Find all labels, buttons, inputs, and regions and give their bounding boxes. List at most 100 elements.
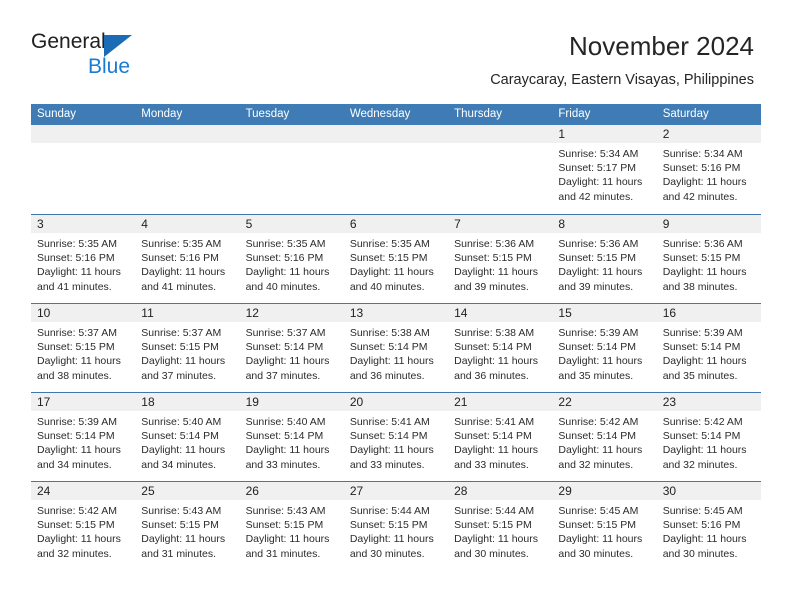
calendar-day-cell[interactable]: 28 Sunrise: 5:44 AM Sunset: 5:15 PM Dayligh… bbox=[448, 482, 553, 570]
day-number: 20 bbox=[343, 393, 449, 411]
weekday-wednesday: Wednesday bbox=[349, 108, 411, 120]
calendar-day-cell[interactable]: 12 Sunrise: 5:37 AM Sunset: 5:14 PM Dayligh… bbox=[239, 304, 344, 392]
day-sun-info: Sunrise: 5:39 AM Sunset: 5:14 PM Daylight:… bbox=[657, 322, 761, 383]
day-number: 18 bbox=[135, 393, 240, 411]
sunset-text: Sunset: 5:15 PM bbox=[558, 519, 637, 532]
sunset-text: Sunset: 5:14 PM bbox=[558, 341, 637, 354]
calendar-day-cell[interactable]: 7 Sunrise: 5:36 AM Sunset: 5:15 PM Daylight… bbox=[448, 215, 553, 303]
day-number: 30 bbox=[656, 482, 761, 500]
calendar-day-cell[interactable]: 14 Sunrise: 5:38 AM Sunset: 5:14 PM Dayligh… bbox=[448, 304, 553, 392]
calendar-day-cell-empty bbox=[31, 125, 136, 214]
calendar-day-cell[interactable]: 21 Sunrise: 5:41 AM Sunset: 5:14 PM Dayligh… bbox=[448, 393, 553, 481]
calendar-day-cell[interactable]: 30 Sunrise: 5:45 AM Sunset: 5:16 PM Dayligh… bbox=[656, 482, 761, 570]
sunrise-text: Sunrise: 5:40 AM bbox=[141, 416, 222, 428]
day-number bbox=[135, 125, 240, 143]
daylight-text: Daylight: 11 hours and 38 minutes. bbox=[662, 266, 747, 293]
calendar-day-cell[interactable]: 23 Sunrise: 5:42 AM Sunset: 5:14 PM Dayligh… bbox=[656, 393, 761, 481]
calendar-day-cell[interactable]: 8 Sunrise: 5:36 AM Sunset: 5:15 PM Daylight… bbox=[552, 215, 657, 303]
calendar-day-cell[interactable]: 4 Sunrise: 5:35 AM Sunset: 5:16 PM Daylight… bbox=[135, 215, 240, 303]
page-subtitle: Caraycaray, Eastern Visayas, Philippines bbox=[490, 72, 754, 88]
calendar-day-cell[interactable]: 20 Sunrise: 5:41 AM Sunset: 5:14 PM Dayligh… bbox=[343, 393, 449, 481]
weekday-tuesday: Tuesday bbox=[245, 108, 290, 120]
daylight-text: Daylight: 11 hours and 42 minutes. bbox=[558, 176, 643, 203]
calendar-day-cell[interactable]: 10 Sunrise: 5:37 AM Sunset: 5:15 PM Dayligh… bbox=[31, 304, 136, 392]
sunset-text: Sunset: 5:15 PM bbox=[141, 519, 219, 532]
day-sun-info: Sunrise: 5:34 AM Sunset: 5:17 PM Daylight:… bbox=[552, 143, 656, 204]
calendar-day-cell[interactable]: 6 Sunrise: 5:35 AM Sunset: 5:15 PM Daylight… bbox=[343, 215, 449, 303]
sunrise-text: Sunrise: 5:44 AM bbox=[454, 505, 535, 517]
sunrise-text: Sunrise: 5:37 AM bbox=[37, 327, 117, 339]
sunrise-text: Sunrise: 5:43 AM bbox=[141, 505, 222, 517]
calendar-day-cell[interactable]: 16 Sunrise: 5:39 AM Sunset: 5:14 PM Dayligh… bbox=[656, 304, 761, 392]
daylight-text: Daylight: 11 hours and 40 minutes. bbox=[245, 266, 330, 293]
calendar-day-cell[interactable]: 27 Sunrise: 5:44 AM Sunset: 5:15 PM Dayligh… bbox=[343, 482, 449, 570]
sunrise-text: Sunrise: 5:34 AM bbox=[662, 148, 743, 160]
day-number: 27 bbox=[343, 482, 449, 500]
calendar-day-cell[interactable]: 22 Sunrise: 5:42 AM Sunset: 5:14 PM Dayligh… bbox=[552, 393, 657, 481]
calendar-day-cell[interactable]: 24 Sunrise: 5:42 AM Sunset: 5:15 PM Dayligh… bbox=[31, 482, 136, 570]
day-sun-info: Sunrise: 5:39 AM Sunset: 5:14 PM Daylight:… bbox=[31, 411, 135, 472]
day-number: 6 bbox=[343, 215, 449, 233]
daylight-text: Daylight: 11 hours and 31 minutes. bbox=[141, 533, 226, 560]
sunrise-text: Sunrise: 5:44 AM bbox=[349, 505, 430, 517]
day-sun-info: Sunrise: 5:43 AM Sunset: 5:15 PM Daylight:… bbox=[240, 500, 344, 561]
calendar-day-cell[interactable]: 13 Sunrise: 5:38 AM Sunset: 5:14 PM Dayligh… bbox=[343, 304, 449, 392]
weekday-monday: Monday bbox=[141, 108, 183, 120]
calendar-day-cell[interactable]: 15 Sunrise: 5:39 AM Sunset: 5:14 PM Dayligh… bbox=[552, 304, 657, 392]
day-sun-info: Sunrise: 5:35 AM Sunset: 5:16 PM Daylight:… bbox=[135, 233, 239, 294]
sunrise-text: Sunrise: 5:43 AM bbox=[245, 505, 326, 517]
calendar-day-cell-empty bbox=[239, 125, 344, 214]
day-sun-info: Sunrise: 5:40 AM Sunset: 5:14 PM Daylight:… bbox=[135, 411, 239, 472]
day-sun-info: Sunrise: 5:35 AM Sunset: 5:15 PM Daylight:… bbox=[344, 233, 448, 294]
calendar-day-cell[interactable]: 25 Sunrise: 5:43 AM Sunset: 5:15 PM Dayligh… bbox=[135, 482, 240, 570]
calendar-day-cell[interactable]: 19 Sunrise: 5:40 AM Sunset: 5:14 PM Dayligh… bbox=[239, 393, 344, 481]
calendar-day-cell[interactable]: 3 Sunrise: 5:35 AM Sunset: 5:16 PM Daylight… bbox=[31, 215, 136, 303]
daylight-text: Daylight: 11 hours and 33 minutes. bbox=[454, 444, 538, 471]
calendar-day-cell[interactable]: 29 Sunrise: 5:45 AM Sunset: 5:15 PM Dayligh… bbox=[552, 482, 657, 570]
day-sun-info: Sunrise: 5:37 AM Sunset: 5:15 PM Daylight:… bbox=[135, 322, 239, 383]
day-sun-info: Sunrise: 5:39 AM Sunset: 5:14 PM Daylight:… bbox=[552, 322, 656, 383]
day-number: 29 bbox=[552, 482, 657, 500]
calendar-day-cell[interactable]: 1 Sunrise: 5:34 AM Sunset: 5:17 PM Daylight… bbox=[552, 125, 657, 214]
sunset-text: Sunset: 5:14 PM bbox=[454, 341, 532, 354]
sunset-text: Sunset: 5:15 PM bbox=[37, 519, 115, 532]
day-sun-info: Sunrise: 5:41 AM Sunset: 5:14 PM Daylight:… bbox=[344, 411, 448, 472]
day-number: 2 bbox=[656, 125, 761, 143]
daylight-text: Daylight: 11 hours and 30 minutes. bbox=[349, 533, 434, 560]
weekday-header-row: Sunday Monday Tuesday Wednesday Thursday… bbox=[31, 104, 761, 125]
daylight-text: Daylight: 11 hours and 37 minutes. bbox=[245, 355, 330, 382]
day-number: 14 bbox=[448, 304, 553, 322]
calendar-day-cell[interactable]: 26 Sunrise: 5:43 AM Sunset: 5:15 PM Dayligh… bbox=[239, 482, 344, 570]
sunset-text: Sunset: 5:15 PM bbox=[454, 519, 532, 532]
calendar-page: General Blue November 2024 Caraycaray, E… bbox=[0, 0, 792, 612]
day-number: 11 bbox=[135, 304, 240, 322]
day-sun-info: Sunrise: 5:42 AM Sunset: 5:14 PM Daylight:… bbox=[552, 411, 656, 472]
day-number bbox=[239, 125, 344, 143]
generalblue-logo[interactable]: General Blue bbox=[31, 30, 211, 80]
sunset-text: Sunset: 5:14 PM bbox=[662, 341, 741, 354]
sunset-text: Sunset: 5:14 PM bbox=[662, 430, 741, 443]
title-block: November 2024 Caraycaray, Eastern Visaya… bbox=[490, 30, 754, 89]
sunrise-text: Sunrise: 5:36 AM bbox=[558, 238, 639, 250]
calendar-weeks: 1 Sunrise: 5:34 AM Sunset: 5:17 PM Daylight… bbox=[31, 125, 761, 570]
sunrise-text: Sunrise: 5:35 AM bbox=[141, 238, 222, 250]
day-number: 3 bbox=[31, 215, 136, 233]
sunset-text: Sunset: 5:15 PM bbox=[349, 252, 428, 265]
calendar-week-row: 10 Sunrise: 5:37 AM Sunset: 5:15 PM Dayligh… bbox=[31, 303, 761, 392]
calendar-week-row: 3 Sunrise: 5:35 AM Sunset: 5:16 PM Daylight… bbox=[31, 214, 761, 303]
calendar-day-cell[interactable]: 17 Sunrise: 5:39 AM Sunset: 5:14 PM Dayligh… bbox=[31, 393, 136, 481]
logo-text-general: General bbox=[31, 30, 106, 53]
sunrise-text: Sunrise: 5:42 AM bbox=[662, 416, 743, 428]
calendar-day-cell[interactable]: 11 Sunrise: 5:37 AM Sunset: 5:15 PM Dayligh… bbox=[135, 304, 240, 392]
calendar-week-row: 1 Sunrise: 5:34 AM Sunset: 5:17 PM Daylight… bbox=[31, 125, 761, 214]
day-number: 7 bbox=[448, 215, 553, 233]
daylight-text: Daylight: 11 hours and 31 minutes. bbox=[245, 533, 330, 560]
calendar-day-cell[interactable]: 5 Sunrise: 5:35 AM Sunset: 5:16 PM Daylight… bbox=[239, 215, 344, 303]
day-number bbox=[31, 125, 136, 143]
calendar-day-cell[interactable]: 18 Sunrise: 5:40 AM Sunset: 5:14 PM Dayligh… bbox=[135, 393, 240, 481]
sunrise-text: Sunrise: 5:36 AM bbox=[662, 238, 743, 250]
sunrise-text: Sunrise: 5:35 AM bbox=[349, 238, 430, 250]
calendar-day-cell[interactable]: 2 Sunrise: 5:34 AM Sunset: 5:16 PM Daylight… bbox=[656, 125, 761, 214]
calendar-day-cell[interactable]: 9 Sunrise: 5:36 AM Sunset: 5:15 PM Daylight… bbox=[656, 215, 761, 303]
day-number: 25 bbox=[135, 482, 240, 500]
